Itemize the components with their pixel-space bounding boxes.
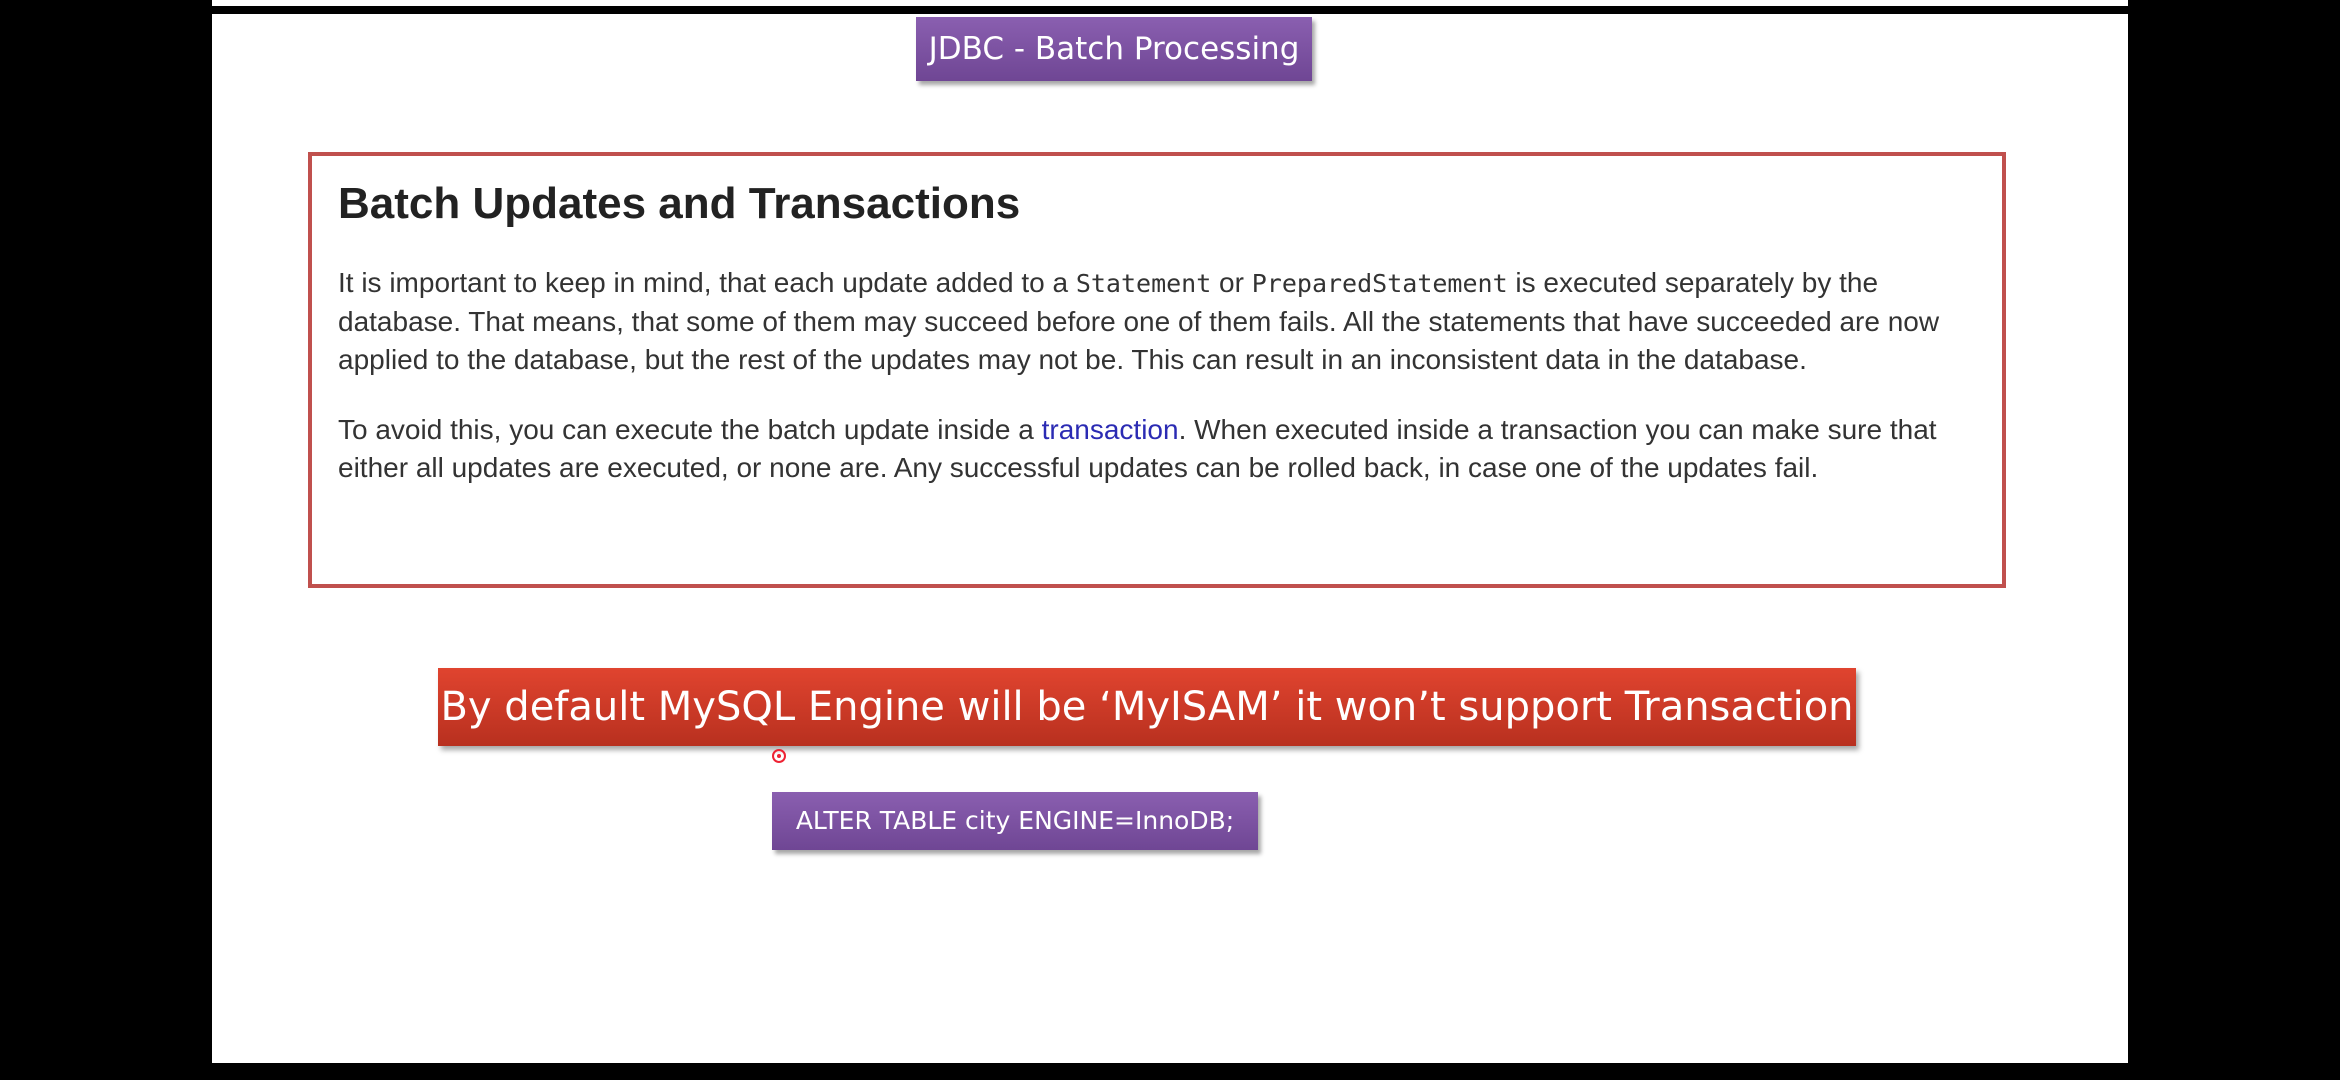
sql-command-badge: ALTER TABLE city ENGINE=InnoDB; [772,792,1258,850]
code-statement: Statement [1075,269,1212,298]
article-paragraph-1: It is important to keep in mind, that ea… [338,264,1988,379]
article-paragraph-2: To avoid this, you can execute the batch… [338,411,1988,487]
paragraph-text: To avoid this, you can execute the batch… [338,414,1042,445]
transaction-link[interactable]: transaction [1042,414,1179,445]
slide-top-edge [212,0,2128,6]
pointer-cursor-icon [772,749,786,763]
paragraph-text: or [1211,267,1252,298]
paragraph-text: It is important to keep in mind, that ea… [338,267,1076,298]
mysql-engine-banner: By default MySQL Engine will be ‘MyISAM’… [438,668,1856,746]
code-prepared-statement: PreparedStatement [1251,269,1508,298]
article-heading: Batch Updates and Transactions [338,179,1021,228]
article-excerpt-box: Batch Updates and Transactions It is imp… [308,152,2006,588]
slide-title: JDBC - Batch Processing [916,17,1312,81]
